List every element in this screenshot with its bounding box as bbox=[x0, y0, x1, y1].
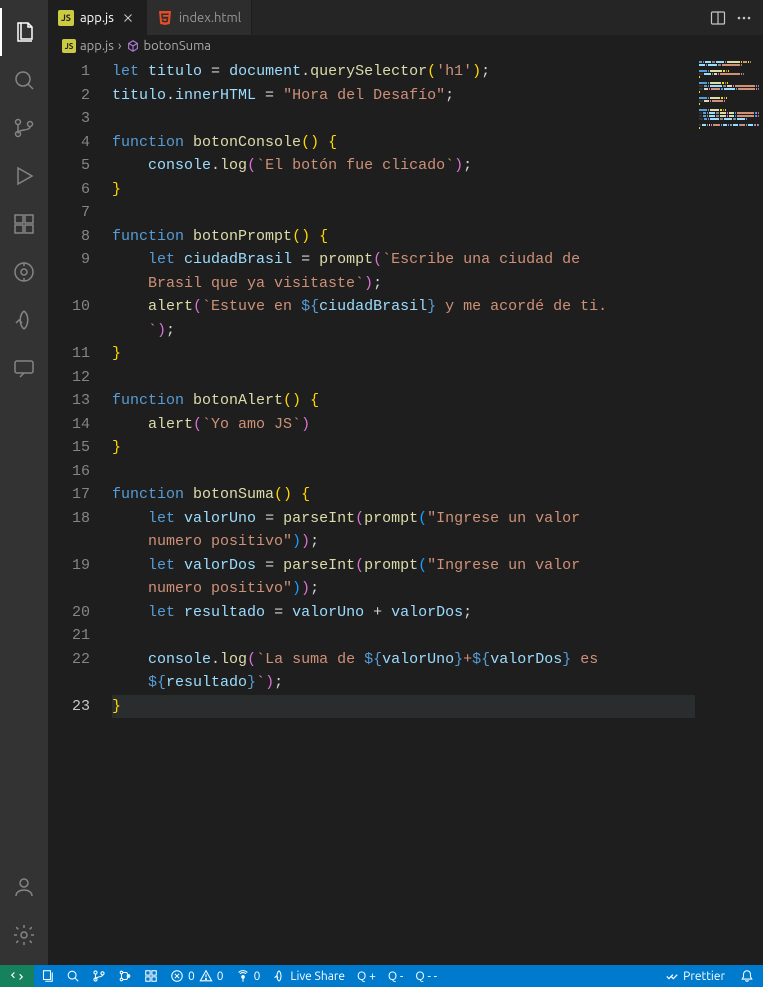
activity-explorer[interactable] bbox=[0, 8, 48, 56]
status-branch[interactable] bbox=[86, 965, 112, 987]
editor-column: JS app.js index.html bbox=[48, 0, 763, 965]
tab-label: app.js bbox=[80, 11, 114, 25]
files-icon bbox=[13, 20, 37, 44]
prettier-label: Prettier bbox=[683, 970, 725, 983]
activity-liveshare[interactable] bbox=[0, 296, 48, 344]
activity-run[interactable] bbox=[0, 152, 48, 200]
close-icon bbox=[121, 11, 135, 25]
code-area[interactable]: let titulo = document.querySelector('h1'… bbox=[106, 57, 695, 965]
more-actions-button[interactable] bbox=[733, 7, 755, 29]
activity-source-control[interactable] bbox=[0, 104, 48, 152]
tab-bar: JS app.js index.html bbox=[48, 0, 763, 35]
method-icon bbox=[126, 39, 140, 53]
activity-search[interactable] bbox=[0, 56, 48, 104]
double-check-icon bbox=[665, 969, 679, 983]
status-search[interactable] bbox=[60, 965, 86, 987]
editor-body: 123456789 10 1112131415161718 19 202122 … bbox=[48, 57, 763, 965]
activity-chat[interactable] bbox=[0, 344, 48, 392]
html-file-icon bbox=[157, 10, 173, 26]
error-count: 0 bbox=[188, 970, 195, 983]
status-notifications[interactable] bbox=[731, 965, 763, 987]
remote-icon bbox=[10, 969, 24, 983]
activity-bar bbox=[0, 0, 48, 965]
tab-label: index.html bbox=[179, 11, 241, 25]
play-icon bbox=[12, 164, 36, 188]
status-prettier[interactable]: Prettier bbox=[659, 965, 731, 987]
q-minus-label: Q - bbox=[388, 970, 404, 983]
chat-icon bbox=[12, 356, 36, 380]
status-graph[interactable] bbox=[112, 965, 138, 987]
breadcrumb-symbol: botonSuma bbox=[144, 39, 211, 53]
status-copy[interactable] bbox=[34, 965, 60, 987]
js-file-icon: JS bbox=[58, 10, 74, 26]
port-count: 0 bbox=[254, 970, 261, 983]
warning-count: 0 bbox=[217, 970, 224, 983]
split-icon bbox=[710, 10, 726, 26]
tab-index-html[interactable]: index.html bbox=[147, 0, 252, 35]
antenna-icon bbox=[236, 969, 250, 983]
tab-close-button[interactable] bbox=[120, 10, 136, 26]
q-plus-label: Q + bbox=[357, 970, 376, 983]
activity-bottom-group bbox=[0, 863, 48, 965]
branch-icon bbox=[12, 116, 36, 140]
liveshare-icon bbox=[272, 969, 286, 983]
activity-extensions[interactable] bbox=[0, 200, 48, 248]
breadcrumb[interactable]: JS app.js › botonSuma bbox=[48, 35, 763, 57]
error-icon bbox=[170, 969, 184, 983]
activity-settings[interactable] bbox=[0, 911, 48, 959]
files-icon bbox=[40, 969, 54, 983]
user-icon bbox=[12, 875, 36, 899]
status-right: Prettier bbox=[659, 965, 763, 987]
status-q-dash[interactable]: Q - - bbox=[409, 965, 443, 987]
status-left: 0 0 0 Live Share Q + Q - Q - - bbox=[0, 965, 443, 987]
minimap-content bbox=[699, 61, 759, 130]
gitlens-icon bbox=[12, 260, 36, 284]
chevron-right-icon: › bbox=[118, 39, 122, 53]
q-dash-label: Q - - bbox=[415, 970, 437, 983]
status-liveshare[interactable]: Live Share bbox=[266, 965, 351, 987]
remote-button[interactable] bbox=[0, 965, 34, 987]
search-icon bbox=[12, 68, 36, 92]
activity-top-group bbox=[0, 8, 48, 392]
js-file-icon: JS bbox=[62, 39, 76, 53]
line-gutter: 123456789 10 1112131415161718 19 202122 … bbox=[48, 57, 106, 965]
extensions-icon bbox=[12, 212, 36, 236]
status-q-plus[interactable]: Q + bbox=[351, 965, 382, 987]
search-icon bbox=[66, 969, 80, 983]
activity-gitlens[interactable] bbox=[0, 248, 48, 296]
split-editor-button[interactable] bbox=[707, 7, 729, 29]
extensions-icon bbox=[144, 969, 158, 983]
status-problems[interactable]: 0 0 bbox=[164, 965, 230, 987]
status-ports[interactable]: 0 bbox=[230, 965, 267, 987]
bell-icon bbox=[740, 969, 754, 983]
status-q-minus[interactable]: Q - bbox=[382, 965, 410, 987]
status-ext[interactable] bbox=[138, 965, 164, 987]
activity-accounts[interactable] bbox=[0, 863, 48, 911]
main-area: JS app.js index.html bbox=[0, 0, 763, 965]
status-bar: 0 0 0 Live Share Q + Q - Q - - Prettier bbox=[0, 965, 763, 987]
liveshare-icon bbox=[12, 308, 36, 332]
git-graph-icon bbox=[118, 969, 132, 983]
liveshare-label: Live Share bbox=[290, 970, 345, 983]
ellipsis-icon bbox=[736, 10, 752, 26]
minimap[interactable] bbox=[695, 57, 763, 965]
editor-actions bbox=[699, 0, 763, 35]
breadcrumb-file: app.js bbox=[80, 39, 114, 53]
branch-icon bbox=[92, 969, 106, 983]
tab-app-js[interactable]: JS app.js bbox=[48, 0, 147, 35]
warning-icon bbox=[199, 969, 213, 983]
tab-bar-spacer bbox=[252, 0, 699, 35]
gear-icon bbox=[12, 923, 36, 947]
